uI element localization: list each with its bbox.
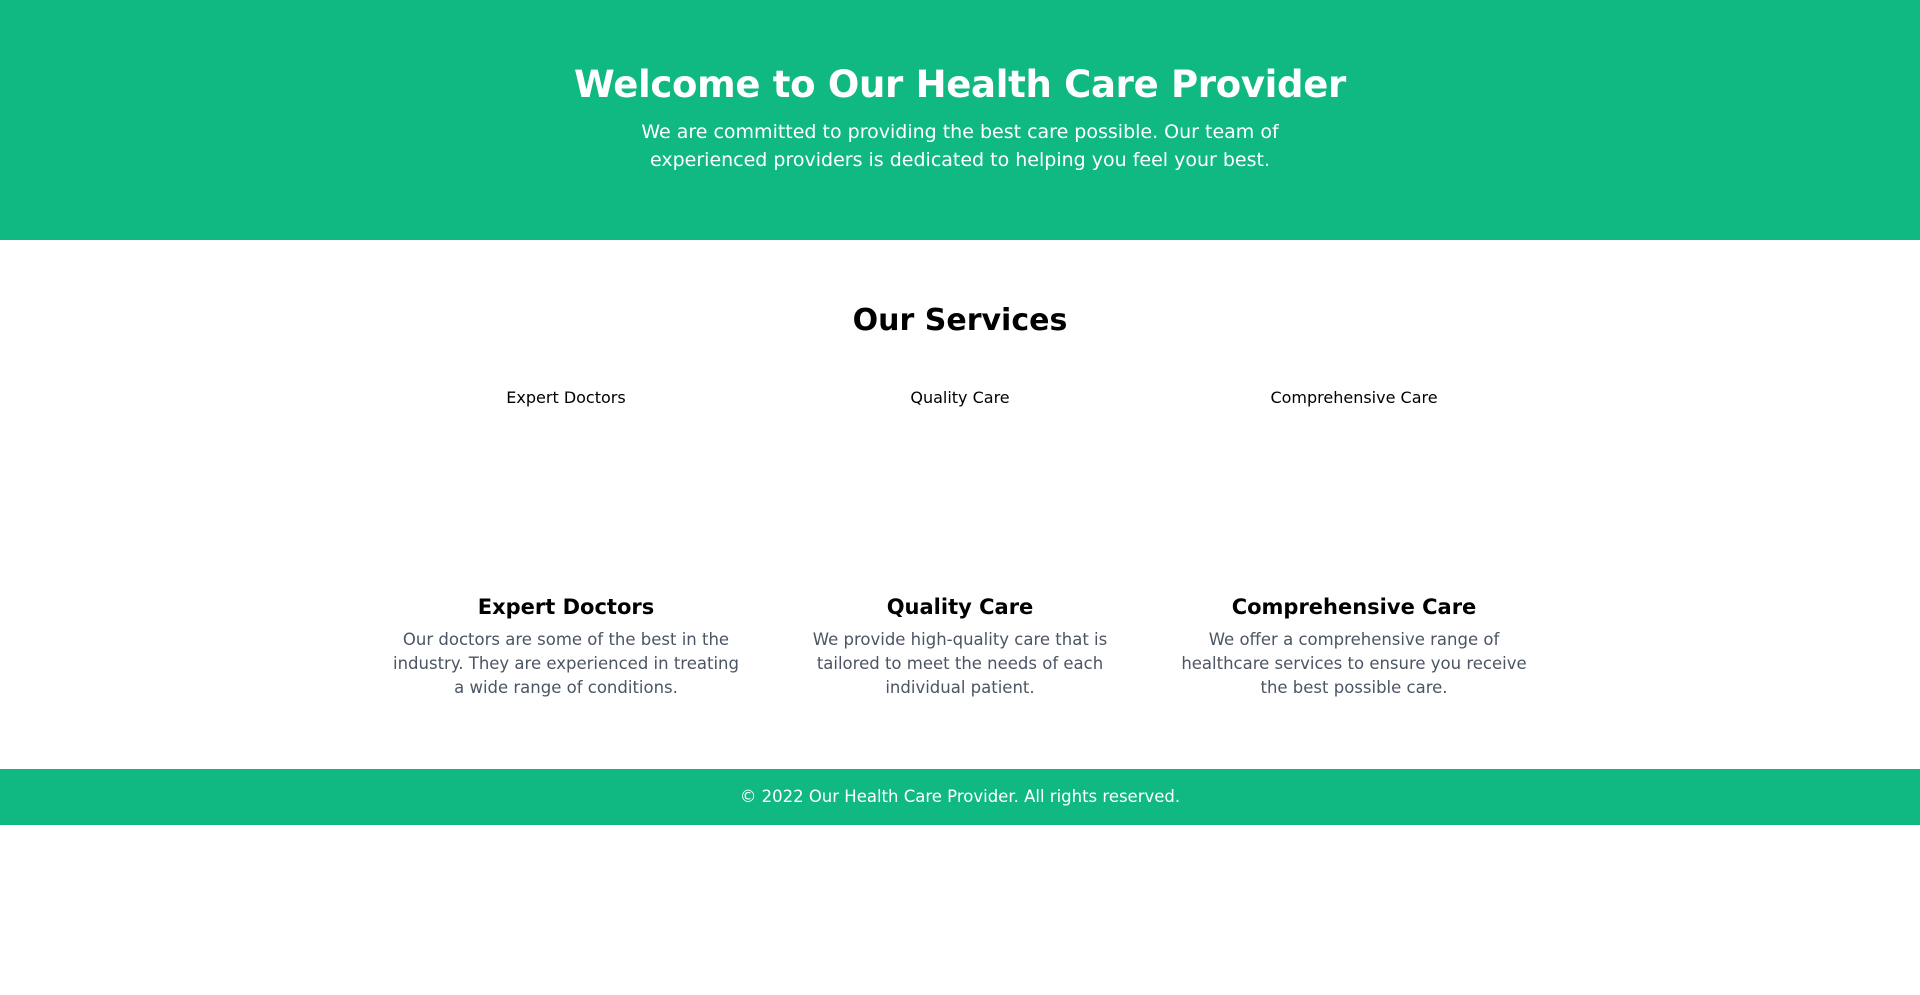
service-card-quality-care: Quality Care Quality Care We provide hig…: [786, 387, 1134, 700]
services-cards: Expert Doctors Expert Doctors Our doctor…: [0, 387, 1920, 700]
service-image-comprehensive-care: Comprehensive Care: [1270, 388, 1438, 407]
footer: © 2022 Our Health Care Provider. All rig…: [0, 769, 1920, 825]
hero-banner: Welcome to Our Health Care Provider We a…: [0, 0, 1920, 240]
services-heading: Our Services: [852, 303, 1068, 338]
hero-subtitle: We are committed to providing the best c…: [641, 121, 1279, 171]
service-image-expert-doctors: Expert Doctors: [506, 388, 626, 407]
service-title: Expert Doctors: [477, 595, 655, 619]
service-card-comprehensive-care: Comprehensive Care Comprehensive Care We…: [1180, 387, 1528, 700]
service-description: We offer a comprehensive range of health…: [1181, 630, 1527, 697]
footer-copyright: © 2022 Our Health Care Provider. All rig…: [739, 787, 1181, 806]
service-title: Comprehensive Care: [1231, 595, 1477, 619]
service-image-quality-care: Quality Care: [910, 388, 1010, 407]
service-description: Our doctors are some of the best in the …: [393, 630, 739, 697]
service-title: Quality Care: [886, 595, 1034, 619]
service-card-expert-doctors: Expert Doctors Expert Doctors Our doctor…: [392, 387, 740, 700]
service-description: We provide high-quality care that is tai…: [812, 630, 1108, 697]
hero-title: Welcome to Our Health Care Provider: [574, 63, 1346, 106]
services-section: Our Services Expert Doctors Expert Docto…: [0, 240, 1920, 769]
